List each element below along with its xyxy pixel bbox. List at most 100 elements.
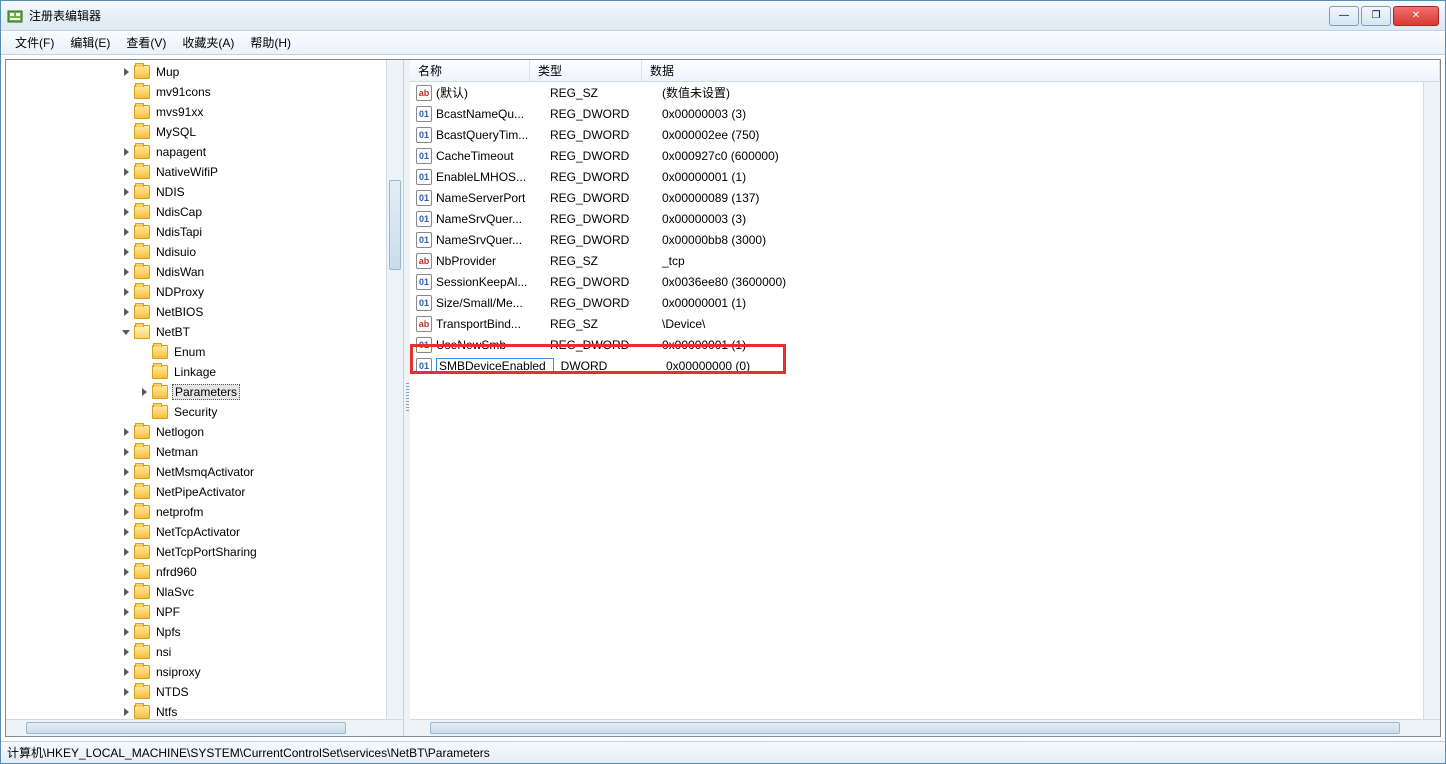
expand-toggle-icon[interactable] [120,686,132,698]
values-horizontal-scrollbar[interactable] [410,719,1440,736]
tree-item[interactable]: NetMsmqActivator [6,462,403,482]
expand-toggle-icon[interactable] [120,626,132,638]
tree-item[interactable]: NdisCap [6,202,403,222]
menu-view[interactable]: 查看(V) [118,32,174,53]
tree-item[interactable]: NlaSvc [6,582,403,602]
tree-item[interactable]: mv91cons [6,82,403,102]
value-row[interactable]: NameSrvQuer...REG_DWORD0x00000003 (3) [410,208,1440,229]
expand-toggle-icon[interactable] [120,266,132,278]
value-row[interactable]: NbProviderREG_SZ_tcp [410,250,1440,271]
values-list[interactable]: (默认)REG_SZ(数值未设置)BcastNameQu...REG_DWORD… [410,82,1440,719]
expand-toggle-icon[interactable] [120,466,132,478]
tree-item[interactable]: Npfs [6,622,403,642]
expand-toggle-icon[interactable] [138,386,150,398]
expand-toggle-icon[interactable] [120,646,132,658]
scrollbar-thumb[interactable] [389,180,401,270]
value-row[interactable]: NameServerPortREG_DWORD0x00000089 (137) [410,187,1440,208]
value-row[interactable]: (默认)REG_SZ(数值未设置) [410,82,1440,103]
value-row[interactable]: BcastNameQu...REG_DWORD0x00000003 (3) [410,103,1440,124]
tree-item[interactable]: NetBT [6,322,403,342]
tree-item[interactable]: nsi [6,642,403,662]
tree-item[interactable]: NDProxy [6,282,403,302]
tree-item[interactable]: NdisWan [6,262,403,282]
tree-item[interactable]: NPF [6,602,403,622]
expand-toggle-icon[interactable] [120,586,132,598]
menu-edit[interactable]: 编辑(E) [62,32,118,53]
value-row[interactable]: TransportBind...REG_SZ\Device\ [410,313,1440,334]
tree-item[interactable]: NativeWifiP [6,162,403,182]
expand-toggle-icon[interactable] [120,66,132,78]
titlebar[interactable]: 注册表编辑器 — ❐ ✕ [1,1,1445,31]
expand-toggle-icon[interactable] [120,506,132,518]
tree-item[interactable]: NTDS [6,682,403,702]
tree-item[interactable]: Mup [6,62,403,82]
tree-item[interactable]: Netlogon [6,422,403,442]
expand-toggle-icon[interactable] [120,546,132,558]
tree-item-label: nsiproxy [154,665,203,679]
value-row[interactable]: BcastQueryTim...REG_DWORD0x000002ee (750… [410,124,1440,145]
tree-item[interactable]: nsiproxy [6,662,403,682]
menu-file[interactable]: 文件(F) [7,32,62,53]
tree-item-label: Parameters [172,384,240,400]
tree-scroll[interactable]: Mupmv91consmvs91xxMySQLnapagentNativeWif… [6,60,403,719]
tree-item[interactable]: Ntfs [6,702,403,719]
tree-item[interactable]: Ndisuio [6,242,403,262]
tree-item[interactable]: NetBIOS [6,302,403,322]
expand-toggle-icon[interactable] [120,186,132,198]
tree-item[interactable]: MySQL [6,122,403,142]
value-name-edit-input[interactable]: SMBDeviceEnabled [436,358,554,374]
expand-toggle-icon[interactable] [120,326,132,338]
status-path: 计算机\HKEY_LOCAL_MACHINE\SYSTEM\CurrentCon… [7,744,490,761]
expand-toggle-icon[interactable] [120,166,132,178]
menu-help[interactable]: 帮助(H) [242,32,299,53]
scrollbar-thumb[interactable] [430,722,1400,734]
tree-item[interactable]: NdisTapi [6,222,403,242]
expand-toggle-icon[interactable] [120,426,132,438]
tree-item[interactable]: netprofm [6,502,403,522]
expand-toggle-icon[interactable] [120,666,132,678]
column-data[interactable]: 数据 [642,60,1440,81]
tree-item[interactable]: Netman [6,442,403,462]
expand-toggle-icon[interactable] [120,286,132,298]
expand-toggle-icon[interactable] [120,146,132,158]
value-row[interactable]: UseNewSmbREG_DWORD0x00000001 (1) [410,334,1440,355]
expand-toggle-icon[interactable] [120,226,132,238]
values-vertical-scrollbar[interactable] [1423,82,1440,719]
tree-item[interactable]: Linkage [6,362,403,382]
tree-item[interactable]: NetTcpActivator [6,522,403,542]
tree-item[interactable]: NetTcpPortSharing [6,542,403,562]
menu-favorites[interactable]: 收藏夹(A) [174,32,242,53]
tree-item[interactable]: nfrd960 [6,562,403,582]
value-row[interactable]: CacheTimeoutREG_DWORD0x000927c0 (600000) [410,145,1440,166]
tree-item[interactable]: mvs91xx [6,102,403,122]
expand-toggle-icon[interactable] [120,446,132,458]
expand-toggle-icon[interactable] [120,526,132,538]
tree-horizontal-scrollbar[interactable] [6,719,403,736]
expand-toggle-icon[interactable] [120,486,132,498]
tree-item[interactable]: NDIS [6,182,403,202]
value-row[interactable]: NameSrvQuer...REG_DWORD0x00000bb8 (3000) [410,229,1440,250]
expand-toggle-icon[interactable] [120,606,132,618]
minimize-button[interactable]: — [1329,6,1359,26]
column-type[interactable]: 类型 [530,60,642,81]
tree-item[interactable]: Parameters [6,382,403,402]
tree-item[interactable]: NetPipeActivator [6,482,403,502]
expand-toggle-icon[interactable] [120,566,132,578]
value-row[interactable]: EnableLMHOS...REG_DWORD0x00000001 (1) [410,166,1440,187]
scrollbar-thumb[interactable] [26,722,346,734]
tree-item[interactable]: Enum [6,342,403,362]
tree-vertical-scrollbar[interactable] [386,60,403,719]
registry-tree[interactable]: Mupmv91consmvs91xxMySQLnapagentNativeWif… [6,60,403,719]
tree-item[interactable]: Security [6,402,403,422]
maximize-button[interactable]: ❐ [1361,6,1391,26]
expand-toggle-icon[interactable] [120,246,132,258]
expand-toggle-icon[interactable] [120,206,132,218]
column-name[interactable]: 名称 [410,60,530,81]
value-row[interactable]: SessionKeepAl...REG_DWORD0x0036ee80 (360… [410,271,1440,292]
expand-toggle-icon[interactable] [120,306,132,318]
expand-toggle-icon[interactable] [120,706,132,718]
close-button[interactable]: ✕ [1393,6,1439,26]
tree-item[interactable]: napagent [6,142,403,162]
value-row[interactable]: SMBDeviceEnabled_DWORD0x00000000 (0) [410,355,1440,376]
value-row[interactable]: Size/Small/Me...REG_DWORD0x00000001 (1) [410,292,1440,313]
